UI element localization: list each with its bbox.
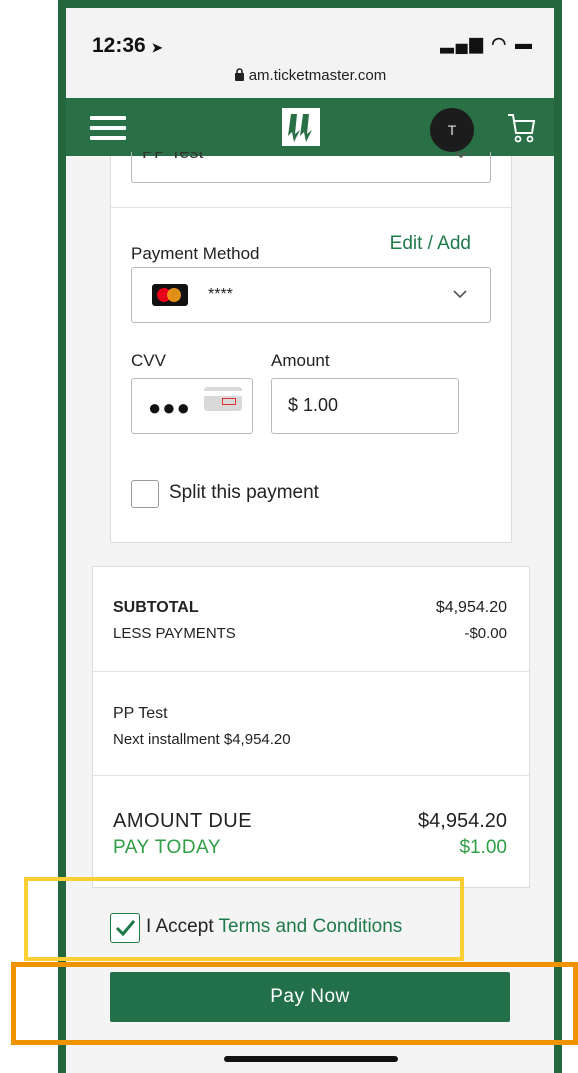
highlight-box-pay-now [11,962,578,1045]
amount-value: $ 1.00 [288,395,339,415]
payment-method-label: Payment Method [131,244,260,263]
user-avatar[interactable]: T [430,108,474,152]
next-installment: Next installment $4,954.20 [113,731,291,748]
lock-icon [234,68,244,81]
subtotal-section: SUBTOTAL $4,954.20 LESS PAYMENTS -$0.00 [93,567,529,672]
payment-card: PP Test Payment Method Edit / Add **** C… [110,152,512,543]
chevron-down-icon [454,152,468,158]
amount-label: Amount [271,351,330,370]
chevron-down-icon [453,290,467,299]
cvv-value: ●●● [148,395,191,420]
installment-plan-select[interactable]: PP Test [131,152,491,183]
cvv-input[interactable]: ●●● [131,378,253,434]
highlight-box-terms [24,877,464,961]
divider [111,207,511,208]
less-payments-value: -$0.00 [464,625,507,642]
edit-add-link[interactable]: Edit / Add [390,233,471,255]
card-number-masked: **** [208,286,233,303]
mastercard-icon [152,284,188,306]
location-arrow-icon: ➤ [151,40,163,55]
payment-method-select[interactable]: **** [131,267,491,323]
card-back-icon [204,387,242,411]
amount-due-label: AMOUNT DUE [113,810,253,832]
top-nav: T [66,98,554,156]
status-indicators: ▂▄▆ ◠ ▬ [440,34,534,53]
status-bar: 12:36 ➤ ▂▄▆ ◠ ▬ [66,8,554,64]
pay-today-value: $1.00 [459,837,507,858]
amount-due-value: $4,954.20 [418,810,507,832]
home-indicator [224,1056,398,1062]
split-payment-checkbox[interactable] [131,480,159,508]
plan-name: PP Test [113,705,168,722]
subtotal-label: SUBTOTAL [113,599,199,616]
cvv-label: CVV [131,351,166,370]
order-summary: SUBTOTAL $4,954.20 LESS PAYMENTS -$0.00 … [92,566,530,888]
cart-icon[interactable] [506,112,536,149]
pay-today-label: PAY TODAY [113,837,221,858]
installment-plan-value: PP Test [142,152,204,162]
less-payments-label: LESS PAYMENTS [113,625,236,642]
status-time: 12:36 [92,34,146,57]
subtotal-value: $4,954.20 [435,599,507,616]
hamburger-icon[interactable] [90,116,126,140]
amount-due-section: AMOUNT DUE $4,954.20 PAY TODAY $1.00 [93,776,529,886]
url-text: am.ticketmaster.com [248,67,387,84]
team-logo[interactable] [282,108,320,146]
amount-input[interactable]: $ 1.00 [271,378,459,434]
url-bar[interactable]: am.ticketmaster.com [66,64,554,98]
split-payment-label[interactable]: Split this payment [169,482,319,504]
plan-section: PP Test Next installment $4,954.20 [93,671,529,776]
